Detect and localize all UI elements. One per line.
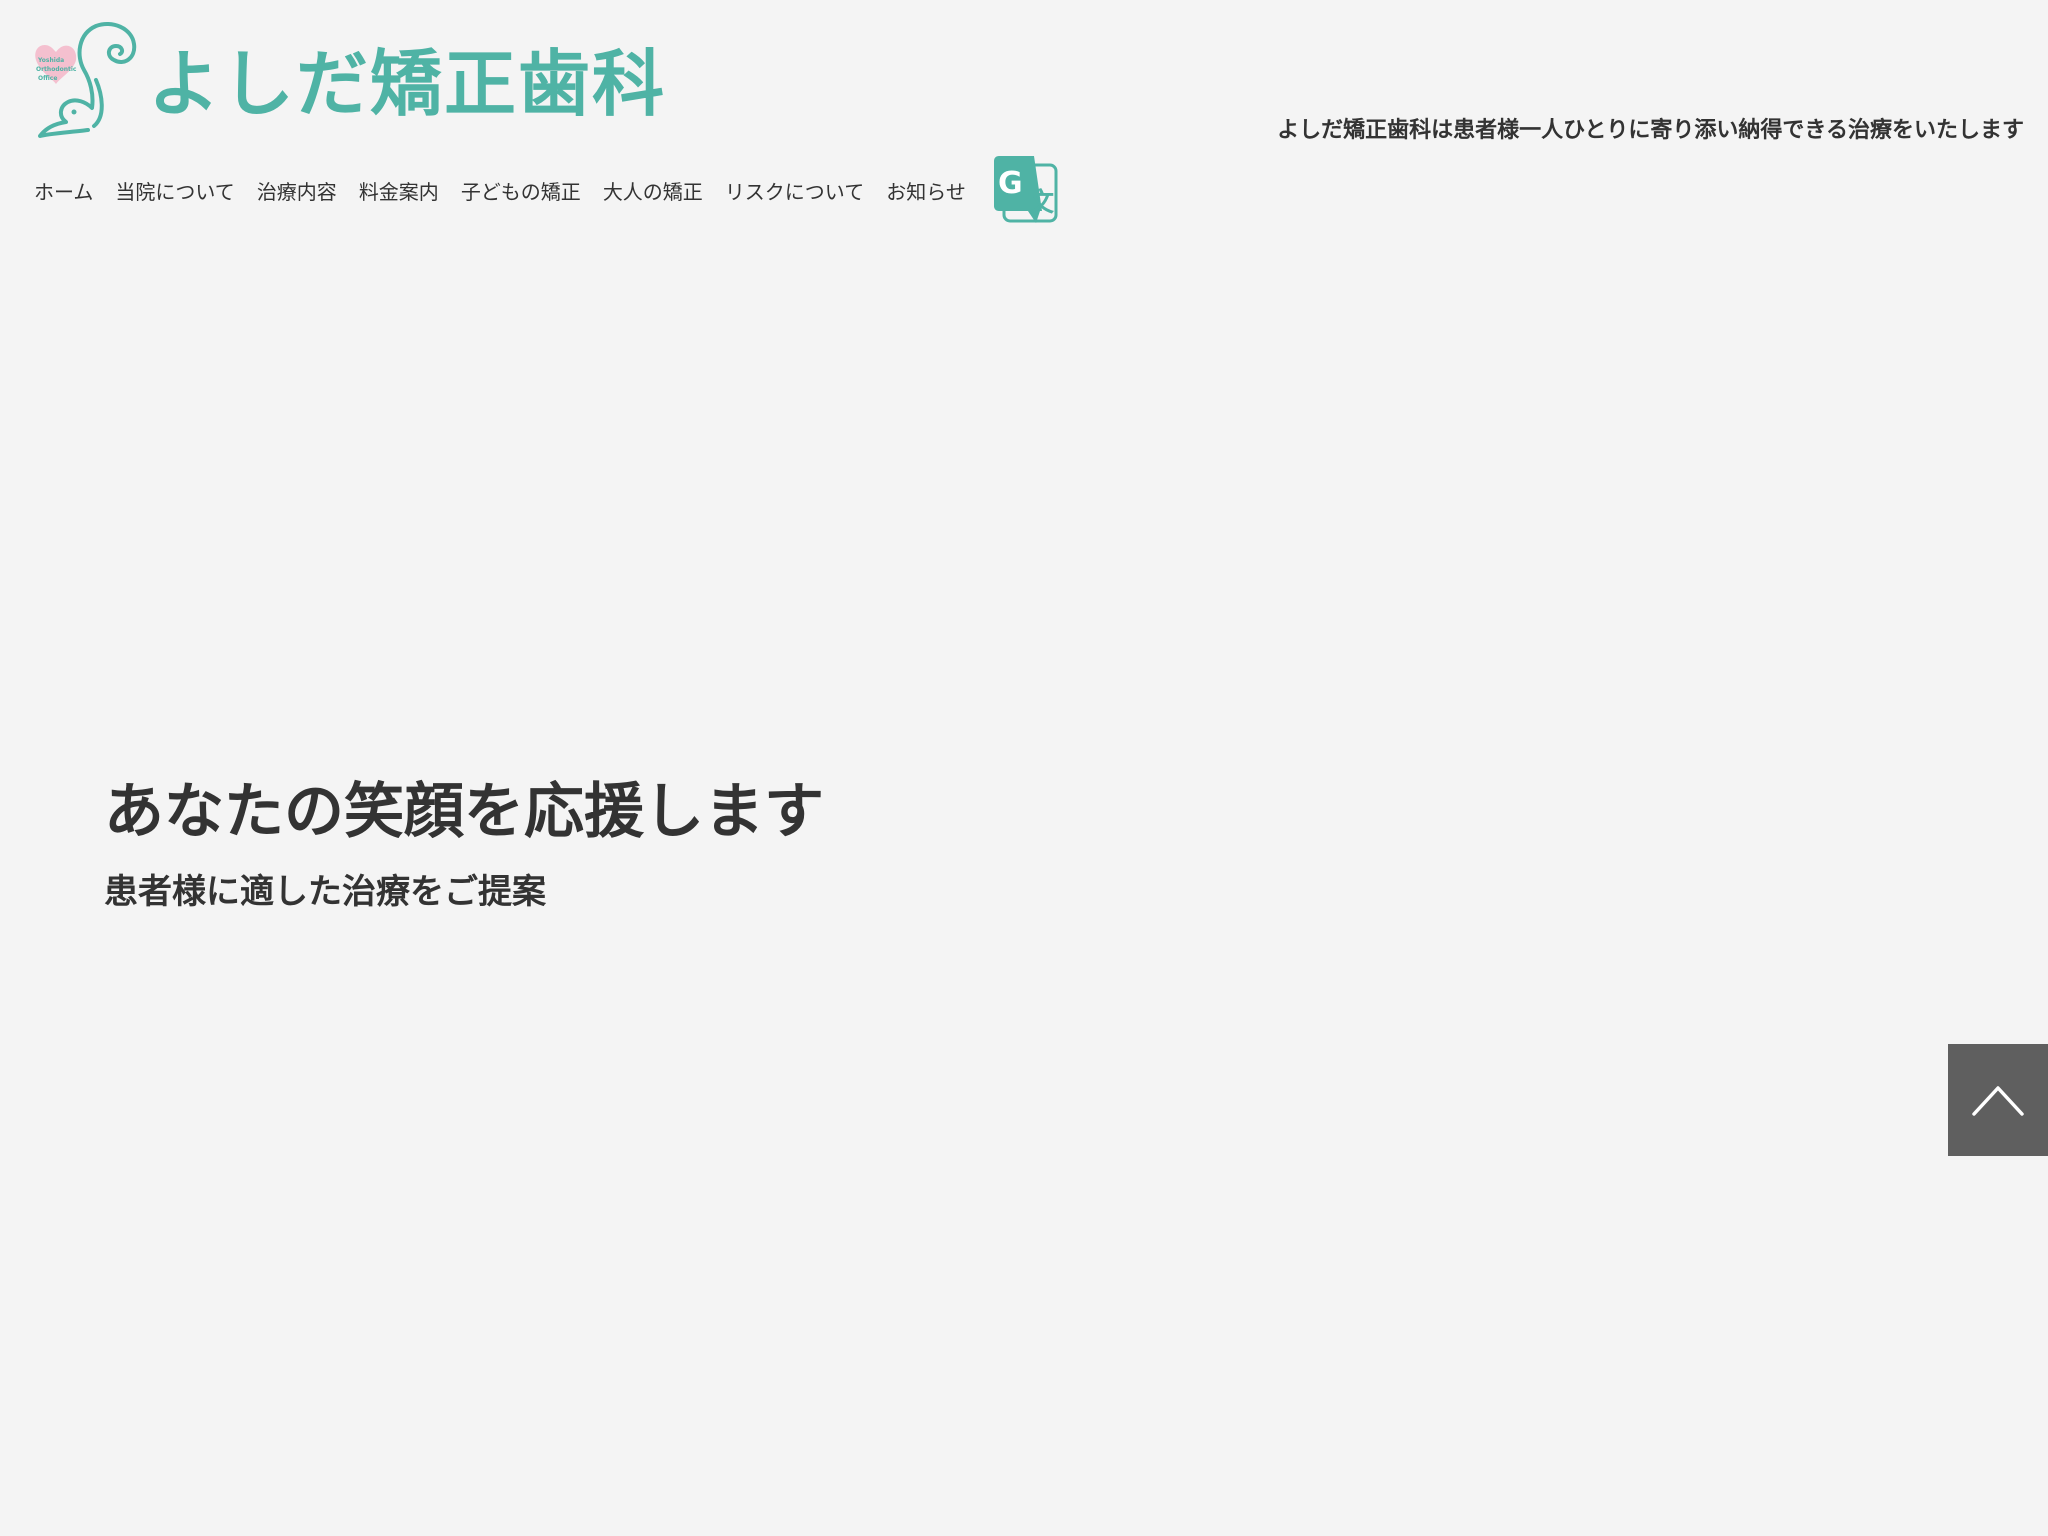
nav-item-about[interactable]: 当院について bbox=[115, 176, 234, 205]
nav-item-child-orthodontics[interactable]: 子どもの矯正 bbox=[461, 176, 581, 205]
page: Yoshida Orthodontic Office よしだ矯正歯科 よしだ矯正… bbox=[0, 0, 2048, 1536]
nav-item-pricing[interactable]: 料金案内 bbox=[359, 176, 439, 205]
page-top-button[interactable] bbox=[1948, 1044, 2048, 1156]
nav-item-treatment[interactable]: 治療内容 bbox=[257, 176, 337, 205]
logo-badge-line-2: Orthodontic bbox=[36, 66, 77, 73]
nav-item-adult-orthodontics[interactable]: 大人の矯正 bbox=[603, 176, 703, 205]
google-translate-icon[interactable]: G 文 bbox=[992, 155, 1062, 225]
nav-item-risks[interactable]: リスクについて bbox=[725, 176, 864, 205]
chevron-up-icon bbox=[1972, 1086, 2024, 1116]
hero-title: あなたの笑顔を応援します bbox=[104, 777, 824, 847]
svg-text:文: 文 bbox=[1028, 187, 1055, 218]
nav-item-home[interactable]: ホーム bbox=[34, 176, 93, 205]
logo-text: よしだ矯正歯科 bbox=[148, 42, 667, 126]
site-logo-link[interactable]: Yoshida Orthodontic Office よしだ矯正歯科 bbox=[32, 20, 666, 144]
svg-text:G: G bbox=[998, 166, 1023, 201]
hero: あなたの笑顔を応援します 患者様に適した治療をご提案 bbox=[104, 776, 824, 913]
site-tagline: よしだ矯正歯科は患者様一人ひとりに寄り添い納得できる治療をいたします bbox=[1277, 118, 2024, 143]
squirrel-logo-icon: Yoshida Orthodontic Office bbox=[35, 22, 137, 138]
logo-badge-line-1: Yoshida bbox=[37, 57, 64, 64]
global-nav: ホーム 当院について 治療内容 料金案内 子どもの矯正 大人の矯正 リスクについ… bbox=[34, 150, 1062, 230]
logo-badge-line-3: Office bbox=[38, 75, 57, 82]
nav-item-news[interactable]: お知らせ bbox=[886, 176, 966, 205]
hero-subtitle: 患者様に適した治療をご提案 bbox=[104, 872, 546, 912]
nav-list: ホーム 当院について 治療内容 料金案内 子どもの矯正 大人の矯正 リスクについ… bbox=[34, 176, 988, 205]
